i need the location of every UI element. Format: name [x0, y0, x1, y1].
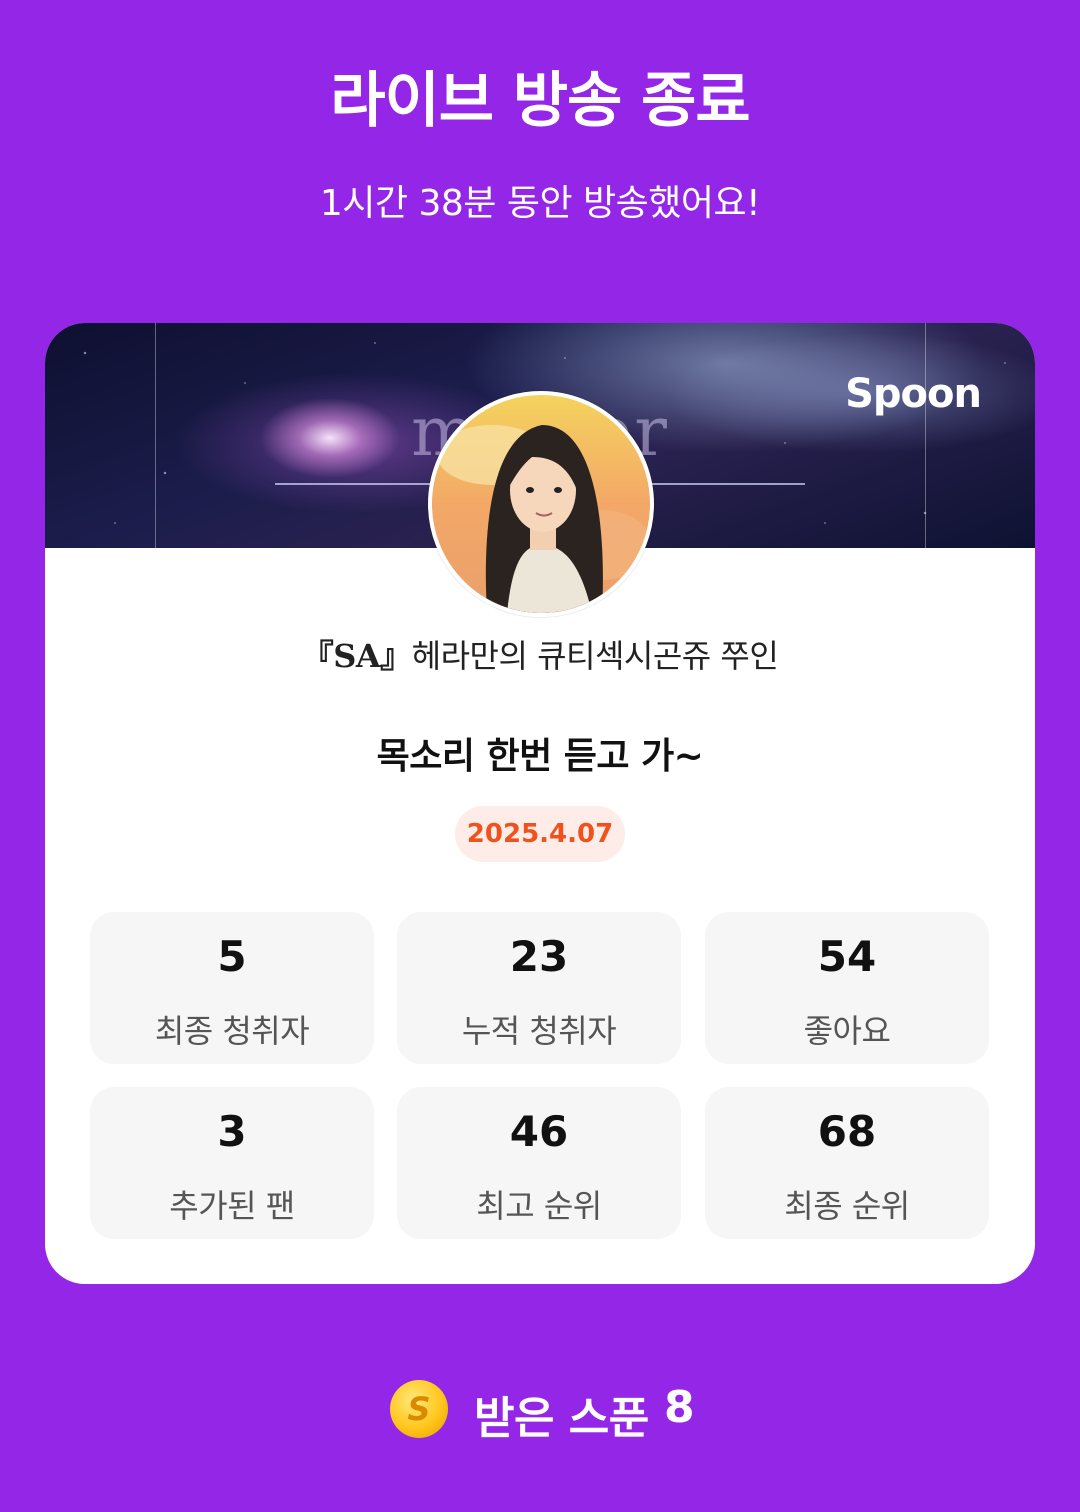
profile-avatar[interactable]: [428, 391, 654, 617]
stat-final-listeners: 5 최종 청취자: [90, 912, 374, 1064]
dj-name-text: 헤라만의 큐티섹시곤쥬 쭈인: [411, 637, 779, 675]
dj-name-tag: 『SA』: [301, 637, 412, 675]
stat-label: 최종 청취자: [154, 1012, 310, 1050]
live-title: 목소리 한번 듣고 가~: [376, 736, 704, 777]
stat-final-rank: 68 최종 순위: [705, 1087, 989, 1239]
stat-label: 누적 청취자: [461, 1012, 617, 1050]
stat-value: 68: [817, 1107, 877, 1156]
spoon-logo: Spoon: [845, 371, 982, 417]
stat-likes: 54 좋아요: [705, 912, 989, 1064]
stat-best-rank: 46 최고 순위: [397, 1087, 681, 1239]
dj-name: 『SA』헤라만의 큐티섹시곤쥬 쭈인: [45, 631, 1035, 677]
stat-label: 최고 순위: [476, 1187, 602, 1225]
stat-label: 최종 순위: [784, 1187, 910, 1225]
summary-card: meteor Spoon 『SA』헤라만의 큐티섹시곤쥬 쭈인 목소리 한번 듣…: [45, 323, 1035, 1284]
spoon-coin-icon: S: [390, 1380, 448, 1438]
stat-new-fans: 3 추가된 팬: [90, 1087, 374, 1239]
page-title: 라이브 방송 종료: [330, 66, 750, 136]
spoons-label: 받은 스푼: [474, 1393, 649, 1444]
stat-value: 23: [509, 932, 569, 981]
broadcast-duration: 1시간 38분 동안 방송했어요!: [319, 183, 761, 224]
stat-value: 46: [509, 1107, 569, 1156]
stat-value: 5: [217, 932, 247, 981]
received-spoons: S 받은 스푼 8: [0, 1378, 1080, 1444]
stat-label: 좋아요: [803, 1012, 891, 1050]
stat-total-listeners: 23 누적 청취자: [397, 912, 681, 1064]
spoons-count: 8: [664, 1382, 695, 1433]
stat-value: 54: [817, 932, 877, 981]
stat-label: 추가된 팬: [169, 1187, 295, 1225]
stat-value: 3: [217, 1107, 247, 1156]
avatar-illustration-icon: [437, 425, 650, 613]
date-badge: 2025.4.07: [455, 806, 625, 862]
